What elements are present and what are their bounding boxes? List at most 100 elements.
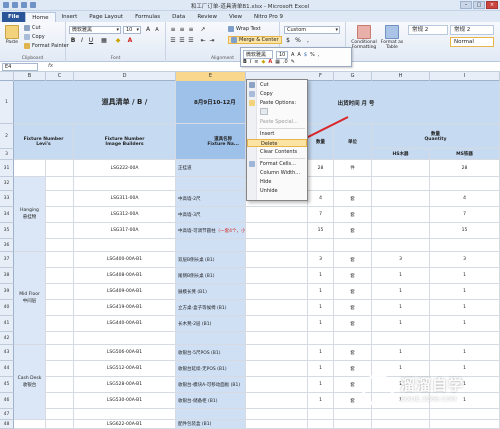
row-header[interactable]: 46 xyxy=(0,393,14,409)
table-cell[interactable] xyxy=(46,223,74,239)
table-cell[interactable] xyxy=(246,316,308,332)
table-cell[interactable]: 套 xyxy=(334,316,372,332)
format-as-table-button[interactable]: Format as Table xyxy=(380,25,404,50)
table-cell[interactable] xyxy=(46,332,74,345)
table-cell[interactable] xyxy=(46,268,74,284)
menu-delete[interactable]: Delete xyxy=(247,139,307,147)
table-cell[interactable]: LSG530-00A-B1 xyxy=(74,393,176,409)
tab-view[interactable]: View xyxy=(223,12,248,22)
cell-b48[interactable] xyxy=(14,420,46,429)
cut-button[interactable]: Cut xyxy=(24,25,41,31)
table-cell[interactable] xyxy=(372,207,430,223)
row-header[interactable]: 34 xyxy=(0,207,14,223)
table-cell[interactable] xyxy=(246,207,308,223)
table-cell[interactable]: 7 xyxy=(430,207,500,223)
row-header[interactable]: 39 xyxy=(0,284,14,300)
table-cell[interactable]: 套 xyxy=(334,207,372,223)
table-cell[interactable]: 1 xyxy=(430,284,500,300)
menu-clear-contents[interactable]: Clear Contents xyxy=(247,148,307,156)
table-cell[interactable] xyxy=(372,239,430,252)
table-cell[interactable]: 套 xyxy=(334,268,372,284)
table-cell[interactable]: 1 xyxy=(308,300,334,316)
table-cell[interactable] xyxy=(246,393,308,409)
table-cell[interactable] xyxy=(46,361,74,377)
menu-paste-clipboard[interactable] xyxy=(247,108,307,116)
table-cell[interactable]: 中高墙-3尺 xyxy=(176,207,246,223)
menu-hide[interactable]: Hide xyxy=(247,178,307,186)
table-cell[interactable]: LSG622-00A-B1 xyxy=(74,420,176,429)
table-cell[interactable] xyxy=(246,300,308,316)
mini-italic-button[interactable]: I xyxy=(250,59,251,65)
table-cell[interactable]: 1 xyxy=(308,345,334,361)
table-cell[interactable] xyxy=(46,191,74,207)
table-cell[interactable]: 长木凳-2层 (B1) xyxy=(176,316,246,332)
mini-currency-icon[interactable]: $ xyxy=(304,52,307,58)
row-header[interactable]: 2 xyxy=(0,124,14,149)
table-cell[interactable]: 1 xyxy=(308,316,334,332)
wrap-text-button[interactable]: Wrap Text xyxy=(228,26,261,32)
table-cell[interactable] xyxy=(74,177,176,191)
table-cell[interactable]: 套 xyxy=(334,345,372,361)
table-cell[interactable]: 4 xyxy=(430,191,500,207)
table-cell[interactable]: 1 xyxy=(372,268,430,284)
table-cell[interactable]: LSG440-00A-B1 xyxy=(74,316,176,332)
tab-formulas[interactable]: Formulas xyxy=(129,12,166,22)
menu-cut[interactable]: Cut xyxy=(247,81,307,89)
mini-percent-icon[interactable]: % xyxy=(310,52,315,58)
decrease-indent-icon[interactable]: ⇤ xyxy=(199,37,207,45)
table-cell[interactable]: 收银台-5尺POS (B1) xyxy=(176,345,246,361)
menu-copy[interactable]: Copy xyxy=(247,90,307,98)
table-cell[interactable]: 件 xyxy=(334,160,372,177)
currency-icon[interactable]: $ xyxy=(284,37,292,45)
row-header[interactable]: 36 xyxy=(0,239,14,252)
table-cell[interactable]: 展模长凳 (B1) xyxy=(176,284,246,300)
table-cell[interactable] xyxy=(176,332,246,345)
maximize-button[interactable]: □ xyxy=(473,1,485,9)
select-all-corner[interactable] xyxy=(0,72,14,81)
table-cell[interactable]: 套 xyxy=(334,191,372,207)
menu-paste-special[interactable]: Paste Special... xyxy=(247,118,307,126)
table-cell[interactable] xyxy=(246,420,308,429)
table-cell[interactable]: 28 xyxy=(308,160,334,177)
table-cell[interactable]: 15 xyxy=(308,223,334,239)
table-cell[interactable]: 收银台延续-无POS (B1) xyxy=(176,361,246,377)
table-cell[interactable]: 7 xyxy=(308,207,334,223)
mini-align-icon[interactable]: ≡ xyxy=(254,59,258,65)
table-cell[interactable] xyxy=(46,239,74,252)
column-header-b[interactable]: B xyxy=(14,72,46,81)
table-cell[interactable] xyxy=(308,332,334,345)
mini-bold-button[interactable]: B xyxy=(243,59,247,65)
table-cell[interactable] xyxy=(246,252,308,268)
mini-font-combo[interactable]: 微软雅黑 xyxy=(243,50,273,59)
mini-size-combo[interactable]: 10 xyxy=(276,50,288,59)
copy-button[interactable]: Copy xyxy=(24,34,45,40)
minimize-button[interactable]: – xyxy=(460,1,472,9)
shrink-font-icon[interactable]: A xyxy=(153,26,161,34)
column-header-c[interactable]: C xyxy=(46,72,74,81)
table-cell[interactable]: 套 xyxy=(334,223,372,239)
table-cell[interactable]: LSG419-00A-B1 xyxy=(74,300,176,316)
table-cell[interactable]: 1 xyxy=(430,268,500,284)
table-cell[interactable]: LSG400-00A-B1 xyxy=(74,252,176,268)
merge-center-button[interactable]: Merge & Center xyxy=(228,36,282,44)
font-size-combo[interactable]: 10 xyxy=(123,26,141,34)
table-cell[interactable]: 双层B侧长桌 (B1) xyxy=(176,252,246,268)
table-cell[interactable]: 套 xyxy=(334,252,372,268)
table-cell[interactable]: LSG409-00A-B1 xyxy=(74,284,176,300)
row-header[interactable]: 1 xyxy=(0,81,14,124)
align-bottom-icon[interactable]: ≡ xyxy=(187,26,195,34)
row-header[interactable]: 37 xyxy=(0,252,14,268)
table-cell[interactable]: LSG222-00A xyxy=(74,160,176,177)
table-cell[interactable] xyxy=(372,223,430,239)
table-cell[interactable]: 中高墙-可调节圆柱（一套4个，小计15个） xyxy=(176,223,246,239)
tab-data[interactable]: Data xyxy=(166,12,191,22)
increase-indent-icon[interactable]: ⇥ xyxy=(208,37,216,45)
table-cell[interactable] xyxy=(372,177,430,191)
italic-button[interactable]: I xyxy=(78,37,86,45)
table-cell[interactable] xyxy=(246,409,308,420)
table-cell[interactable]: 3 xyxy=(430,252,500,268)
row-header[interactable]: 38 xyxy=(0,268,14,284)
column-header-f[interactable]: F xyxy=(308,72,334,81)
table-cell[interactable] xyxy=(430,420,500,429)
table-cell[interactable] xyxy=(246,239,308,252)
